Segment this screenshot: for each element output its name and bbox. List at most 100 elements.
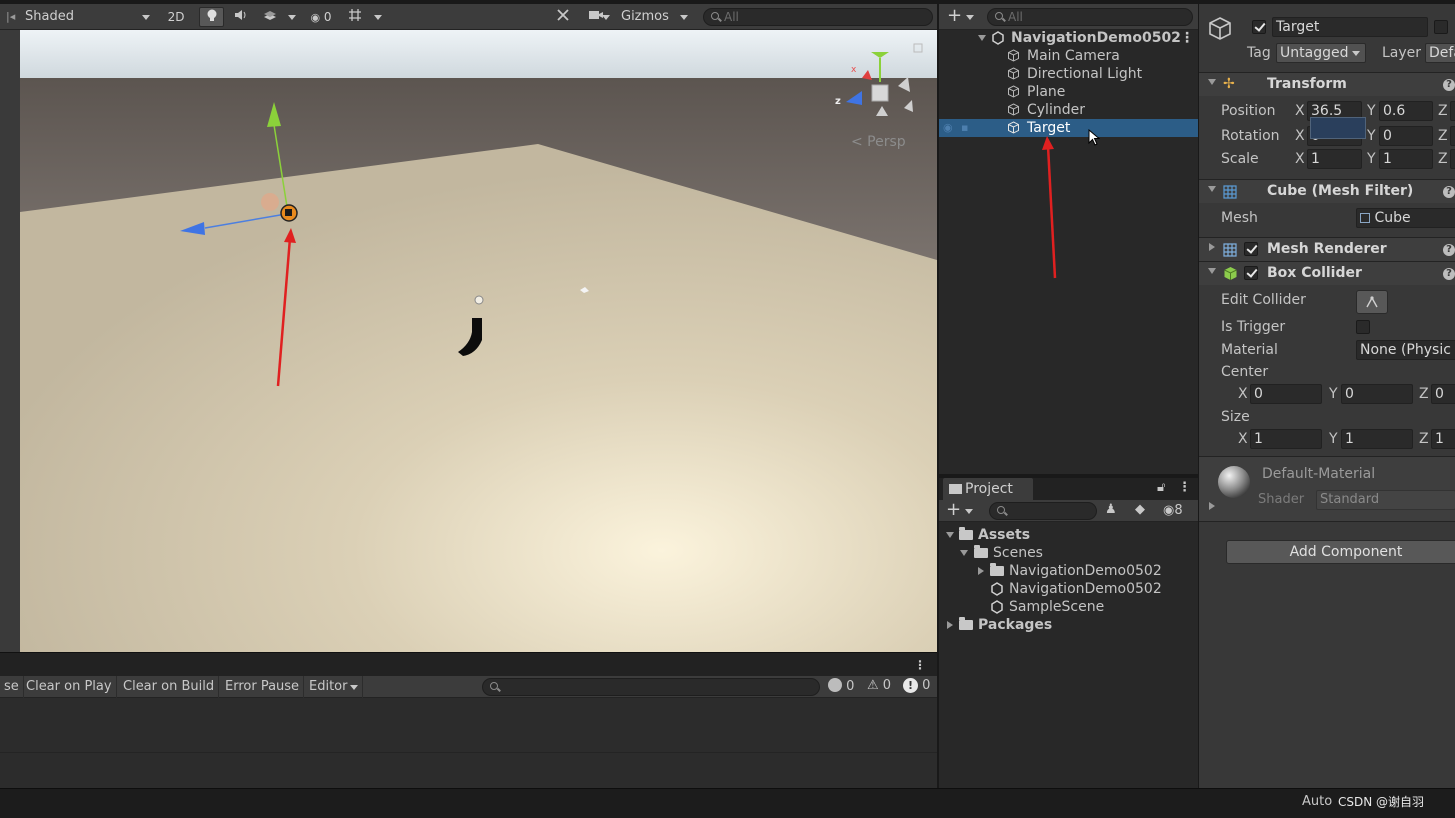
error-filter-toggle[interactable]: ! 0 (903, 678, 930, 693)
hierarchy-item-plane[interactable]: Plane (939, 83, 1198, 101)
scene-visibility-toggle[interactable]: ◉ 0 (303, 7, 339, 27)
expand-arrow-icon[interactable] (960, 550, 968, 556)
project-folder-scenes[interactable]: Scenes (939, 544, 1198, 562)
audio-toggle-button[interactable] (228, 7, 253, 27)
edit-collider-button[interactable] (1356, 290, 1388, 314)
box-collider-header[interactable]: Box Collider ? (1199, 261, 1455, 285)
shader-dropdown[interactable]: Standard (1316, 490, 1455, 510)
size-z-field[interactable]: 1 (1431, 429, 1455, 449)
help-icon[interactable]: ? (1443, 186, 1455, 198)
hierarchy-item-directional-light[interactable]: Directional Light (939, 65, 1198, 83)
projection-label[interactable]: < Persp (851, 134, 906, 150)
axis-z-label[interactable]: Z (1419, 431, 1429, 447)
project-search-input[interactable] (989, 502, 1097, 520)
object-name-field[interactable]: Target (1272, 17, 1428, 37)
console-menu-icon[interactable]: ⋮ (914, 658, 926, 672)
scale-z-field[interactable] (1450, 149, 1455, 169)
effects-dropdown-chevron-icon[interactable] (288, 15, 296, 20)
log-filter-toggle[interactable]: 0 (828, 678, 854, 694)
expand-arrow-icon[interactable] (947, 621, 953, 629)
axis-x-label[interactable]: X (1238, 431, 1248, 447)
axis-y-label[interactable]: Y (1367, 151, 1376, 167)
expand-arrow-icon[interactable] (1208, 186, 1216, 192)
axis-z-label[interactable]: Z (1438, 151, 1448, 167)
console-collapse-button[interactable]: se (0, 676, 24, 698)
tag-dropdown[interactable]: Untagged (1276, 43, 1366, 63)
is-trigger-checkbox[interactable] (1356, 320, 1370, 334)
hidden-packages-toggle[interactable]: ◉8 (1163, 503, 1183, 518)
gameobject-cube-icon[interactable] (1207, 16, 1233, 42)
position-y-field[interactable]: 0.6 (1379, 101, 1433, 121)
axis-x-label[interactable]: X (1295, 151, 1305, 167)
clear-on-play-button[interactable]: Clear on Play (22, 676, 117, 698)
expand-arrow-icon[interactable] (1209, 243, 1215, 251)
editor-dropdown[interactable]: Editor (305, 676, 363, 698)
search-by-label-icon[interactable]: ◆ (1135, 502, 1145, 517)
axis-z-label[interactable]: Z (1419, 386, 1429, 402)
camera-settings-button[interactable] (579, 7, 613, 27)
gizmos-dropdown[interactable]: Gizmos (616, 7, 694, 27)
size-y-field[interactable]: 1 (1341, 429, 1413, 449)
hierarchy-item-main-camera[interactable]: Main Camera (939, 47, 1198, 65)
center-y-field[interactable]: 0 (1341, 384, 1413, 404)
rotation-z-field[interactable] (1450, 126, 1455, 146)
create-plus-icon[interactable]: + (947, 5, 962, 26)
help-icon[interactable]: ? (1443, 79, 1455, 91)
create-chevron-down-icon[interactable] (966, 15, 974, 20)
axis-x-label[interactable]: X (1295, 128, 1305, 144)
axis-z-label[interactable]: Z (1438, 103, 1448, 119)
hierarchy-item-target[interactable]: ◉ ▪ Target (939, 119, 1198, 137)
console-log-area[interactable] (0, 698, 938, 788)
2d-toggle-button[interactable]: 2D (162, 7, 190, 27)
mesh-filter-header[interactable]: Cube (Mesh Filter) ? (1199, 179, 1455, 203)
expand-arrow-icon[interactable] (946, 532, 954, 538)
axis-x-label[interactable]: X (1295, 103, 1305, 119)
rotation-y-field[interactable]: 0 (1379, 126, 1433, 146)
mesh-object-field[interactable]: Cube (1356, 208, 1455, 228)
center-x-field[interactable]: 0 (1250, 384, 1322, 404)
size-x-field[interactable]: 1 (1250, 429, 1322, 449)
box-collider-enabled-checkbox[interactable] (1244, 266, 1258, 280)
scale-x-field[interactable]: 1 (1307, 149, 1362, 169)
create-chevron-down-icon[interactable] (965, 509, 973, 514)
lock-icon[interactable]: 🔓︎ (1157, 480, 1165, 495)
active-checkbox[interactable] (1252, 20, 1266, 34)
shading-mode-dropdown[interactable]: Shaded (20, 7, 156, 27)
scene-search-input[interactable]: All (703, 8, 933, 26)
create-plus-icon[interactable]: + (946, 499, 961, 520)
project-scene-samplescene[interactable]: SampleScene (939, 598, 1198, 616)
mesh-renderer-enabled-checkbox[interactable] (1244, 242, 1258, 256)
position-z-field[interactable] (1450, 101, 1455, 121)
material-section[interactable]: Default-Material Shader Standard (1199, 456, 1455, 522)
search-by-type-icon[interactable]: ♟ (1105, 502, 1117, 517)
axis-y-label[interactable]: Y (1329, 431, 1338, 447)
pickability-hand-icon[interactable]: ▪ (961, 119, 968, 137)
layer-dropdown[interactable]: Defa (1425, 43, 1455, 63)
physic-material-field[interactable]: None (Physic M (1356, 340, 1455, 360)
static-checkbox[interactable] (1434, 20, 1448, 34)
tools-toggle-button[interactable] (551, 7, 575, 27)
project-folder-navigationdemo[interactable]: NavigationDemo0502 (939, 562, 1198, 580)
expand-arrow-icon[interactable] (1208, 268, 1216, 274)
scale-y-field[interactable]: 1 (1379, 149, 1433, 169)
help-icon[interactable]: ? (1443, 244, 1455, 256)
mesh-renderer-header[interactable]: Mesh Renderer ? (1199, 237, 1455, 261)
effects-toggle-button[interactable] (257, 7, 282, 27)
scene-viewport[interactable]: x z < Persp (20, 30, 937, 652)
project-folder-assets[interactable]: Assets (939, 526, 1198, 544)
grid-toggle-button[interactable] (343, 7, 367, 27)
tab-project[interactable]: Project (943, 478, 1033, 500)
console-search-input[interactable] (482, 678, 820, 696)
transform-header[interactable]: ✢ Transform ? (1199, 72, 1455, 96)
expand-arrow-icon[interactable] (1208, 79, 1216, 85)
clear-on-build-button[interactable]: Clear on Build (119, 676, 220, 698)
grid-dropdown-chevron-icon[interactable] (374, 15, 382, 20)
expand-arrow-icon[interactable] (978, 35, 986, 41)
expand-arrow-icon[interactable] (978, 567, 984, 575)
hierarchy-scene-row[interactable]: NavigationDemo0502 ⋮ (939, 29, 1198, 47)
axis-y-label[interactable]: Y (1367, 128, 1376, 144)
hierarchy-search-input[interactable]: All (987, 8, 1193, 26)
gizmo-x-handle[interactable] (261, 193, 279, 211)
cylinder-top[interactable] (474, 295, 484, 305)
axis-y-label[interactable]: Y (1367, 103, 1376, 119)
